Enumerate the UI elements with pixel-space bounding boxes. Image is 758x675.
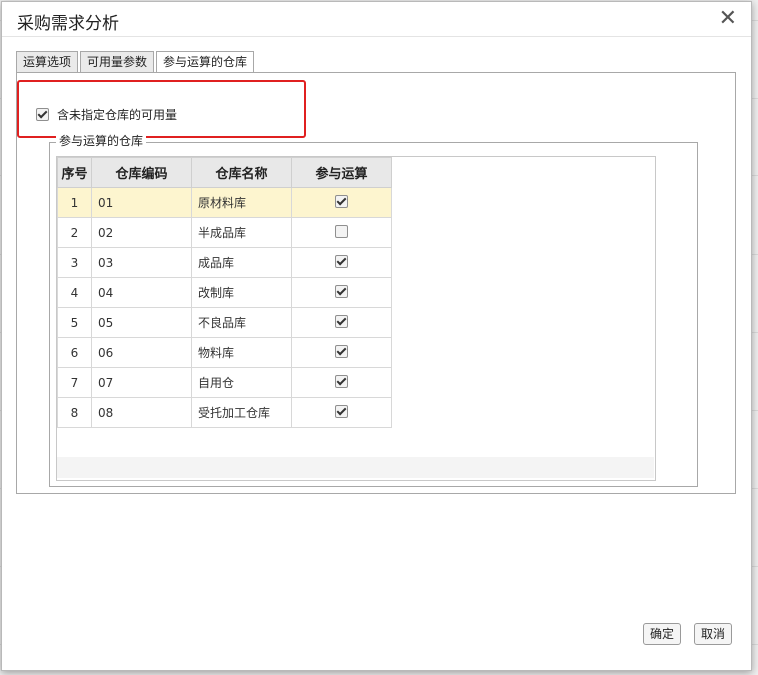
participate-checkbox[interactable] (335, 374, 348, 388)
tab-warehouses[interactable]: 参与运算的仓库 (156, 51, 255, 73)
table-row[interactable]: 3 03 成品库 (57, 247, 392, 278)
row-name: 物料库 (191, 337, 292, 368)
header-code[interactable]: 仓库编码 (91, 157, 192, 188)
include-unspecified-label: 含未指定仓库的可用量 (57, 108, 178, 122)
table-row[interactable]: 8 08 受托加工仓库 (57, 397, 392, 428)
table-row[interactable]: 2 02 半成品库 (57, 217, 392, 248)
row-name: 受托加工仓库 (191, 397, 292, 428)
row-no: 7 (57, 367, 92, 398)
row-code: 03 (91, 247, 192, 278)
row-code: 08 (91, 397, 192, 428)
title-bar: 采购需求分析 ✕ (2, 2, 751, 37)
participate-checkbox[interactable] (335, 224, 348, 238)
row-no: 2 (57, 217, 92, 248)
participate-checkbox[interactable] (335, 314, 348, 328)
row-name: 不良品库 (191, 307, 292, 338)
row-name: 半成品库 (191, 217, 292, 248)
header-participate[interactable]: 参与运算 (291, 157, 392, 188)
row-code: 05 (91, 307, 192, 338)
grid-footer (57, 457, 654, 478)
warehouse-table: 序号 仓库编码 仓库名称 参与运算 1 01 原材料库 2 02 半成品库 3 … (57, 157, 392, 428)
row-code: 01 (91, 187, 192, 218)
dialog-title: 采购需求分析 (17, 14, 119, 34)
table-row[interactable]: 4 04 改制库 (57, 277, 392, 308)
row-no: 5 (57, 307, 92, 338)
participate-checkbox[interactable] (335, 404, 348, 418)
table-row[interactable]: 6 06 物料库 (57, 337, 392, 368)
row-code: 02 (91, 217, 192, 248)
table-row[interactable]: 5 05 不良品库 (57, 307, 392, 338)
header-name[interactable]: 仓库名称 (191, 157, 292, 188)
tab-bar: 运算选项 可用量参数 参与运算的仓库 (16, 51, 256, 73)
warehouse-group-legend: 参与运算的仓库 (56, 132, 147, 149)
row-name: 改制库 (191, 277, 292, 308)
row-no: 6 (57, 337, 92, 368)
table-header-row: 序号 仓库编码 仓库名称 参与运算 (57, 157, 392, 188)
participate-checkbox[interactable] (335, 284, 348, 298)
table-row[interactable]: 1 01 原材料库 (57, 187, 392, 218)
include-unspecified-checkbox[interactable] (36, 108, 49, 121)
row-name: 成品库 (191, 247, 292, 278)
tab-calc-options[interactable]: 运算选项 (16, 51, 79, 72)
participate-checkbox[interactable] (335, 194, 348, 208)
participate-checkbox[interactable] (335, 344, 348, 358)
row-no: 4 (57, 277, 92, 308)
table-row[interactable]: 7 07 自用仓 (57, 367, 392, 398)
cancel-button[interactable]: 取消 (694, 623, 733, 645)
tab-available-params[interactable]: 可用量参数 (80, 51, 155, 72)
row-name: 自用仓 (191, 367, 292, 398)
header-no[interactable]: 序号 (57, 157, 92, 188)
row-name: 原材料库 (191, 187, 292, 218)
row-code: 07 (91, 367, 192, 398)
row-no: 1 (57, 187, 92, 218)
row-code: 04 (91, 277, 192, 308)
participate-checkbox[interactable] (335, 254, 348, 268)
row-code: 06 (91, 337, 192, 368)
row-no: 3 (57, 247, 92, 278)
row-no: 8 (57, 397, 92, 428)
close-icon[interactable]: ✕ (719, 6, 737, 31)
include-unspecified-option[interactable]: 含未指定仓库的可用量 (36, 106, 177, 123)
ok-button[interactable]: 确定 (643, 623, 682, 645)
